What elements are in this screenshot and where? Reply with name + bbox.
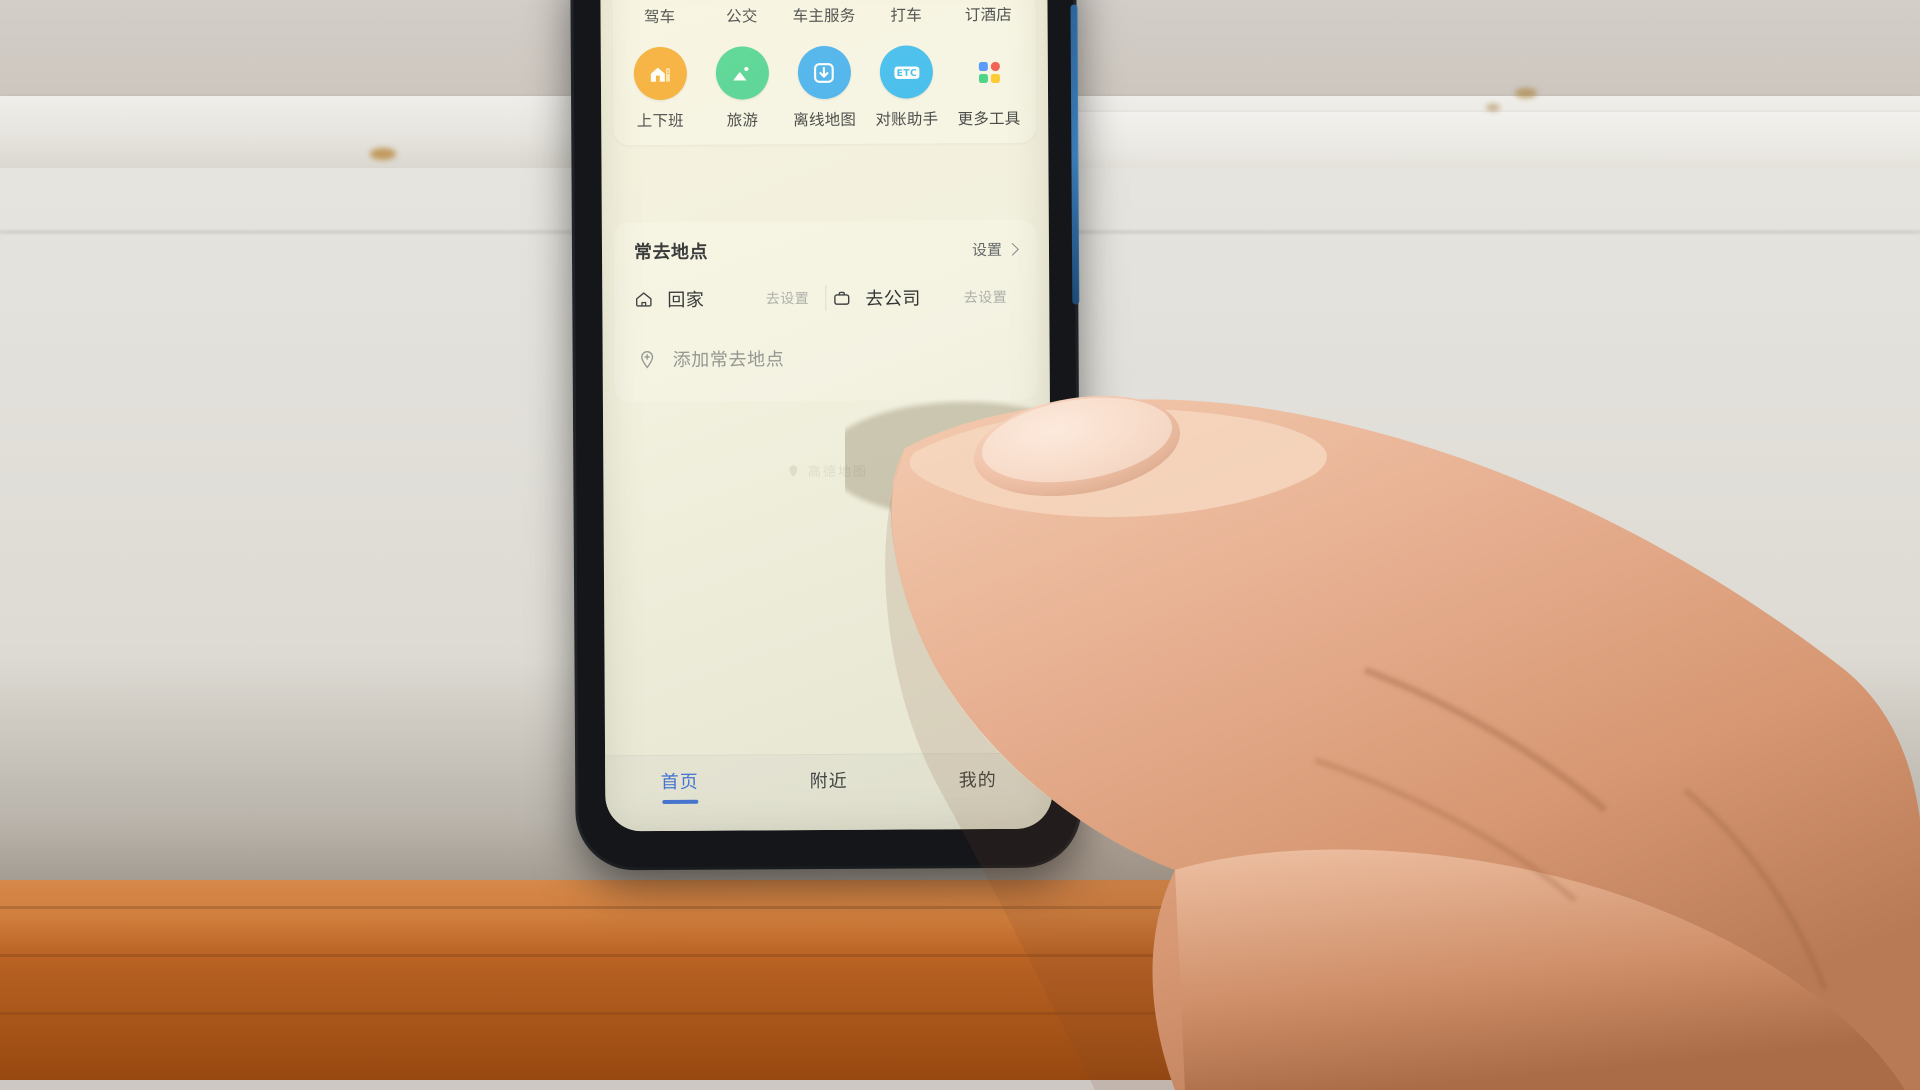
favorites-title: 常去地点 bbox=[633, 241, 709, 264]
wall-object bbox=[1240, 610, 1310, 644]
add-favorite-label: 添加常去地点 bbox=[672, 349, 785, 371]
tool-label: 驾车 bbox=[643, 7, 676, 27]
amap-watermark-label: 高德地图 bbox=[807, 464, 868, 481]
tool-label: 打车 bbox=[890, 6, 922, 25]
favorite-company[interactable]: 去公司 去设置 bbox=[830, 284, 1019, 311]
more-tools-icon bbox=[962, 45, 1015, 98]
tool-label: 对账助手 bbox=[875, 110, 939, 129]
phone-screen: 驾车 公交 车主服务 打车 订酒店 上下班 旅游 离线地图 ETC 对账助手 更… bbox=[600, 0, 1053, 832]
wall-speck-3 bbox=[1486, 104, 1500, 111]
tool-item-hotel[interactable]: 订酒店 bbox=[947, 0, 1030, 25]
tool-label: 离线地图 bbox=[793, 110, 857, 130]
favorites-settings-button[interactable]: 设置 bbox=[971, 238, 1019, 259]
travel-icon bbox=[715, 46, 769, 100]
tool-item-driver-service[interactable]: 车主服务 bbox=[782, 0, 865, 26]
phone-device: 驾车 公交 车主服务 打车 订酒店 上下班 旅游 离线地图 ETC 对账助手 更… bbox=[573, 0, 1079, 868]
tool-item-offline-map[interactable]: 离线地图 bbox=[783, 45, 866, 131]
favorite-home-action[interactable]: 去设置 bbox=[766, 288, 822, 308]
briefcase-icon bbox=[834, 291, 850, 305]
etc-icon: ETC bbox=[879, 45, 934, 99]
floor-gloss bbox=[0, 880, 1920, 950]
commute-icon bbox=[633, 46, 687, 101]
tab-active-indicator bbox=[661, 799, 698, 805]
tab-home-label: 首页 bbox=[660, 771, 699, 794]
amap-watermark: 高德地图 bbox=[603, 460, 1050, 482]
tool-label: 公交 bbox=[726, 7, 758, 26]
favorite-company-action[interactable]: 去设置 bbox=[964, 287, 1020, 307]
tool-item-bus[interactable]: 公交 bbox=[700, 0, 783, 27]
favorite-home[interactable]: 回家 去设置 bbox=[632, 285, 821, 312]
favorites-row: 回家 去设置 去公司 去设置 bbox=[614, 262, 1037, 321]
tool-item-commute[interactable]: 上下班 bbox=[619, 46, 702, 132]
tool-item-drive[interactable]: 驾车 bbox=[618, 0, 701, 27]
favorite-home-label: 回家 bbox=[667, 289, 705, 311]
favorites-settings-label: 设置 bbox=[971, 240, 1003, 259]
bottom-nav: 首页 附近 我的 bbox=[605, 752, 1053, 832]
favorite-company-label: 去公司 bbox=[865, 288, 921, 310]
wall-speck-2 bbox=[1515, 88, 1537, 98]
tool-label: 旅游 bbox=[726, 111, 759, 130]
tab-nearby[interactable]: 附近 bbox=[755, 767, 903, 794]
favorites-divider bbox=[825, 284, 827, 312]
home-icon bbox=[635, 291, 652, 307]
tools-card: 驾车 公交 车主服务 打车 订酒店 上下班 旅游 离线地图 ETC 对账助手 更… bbox=[611, 0, 1037, 146]
svg-text:ETC: ETC bbox=[896, 67, 917, 78]
tool-item-travel[interactable]: 旅游 bbox=[701, 46, 784, 131]
tab-mine-label: 我的 bbox=[958, 769, 997, 792]
tool-item-more-tools[interactable]: 更多工具 bbox=[947, 45, 1030, 130]
tool-item-taxi[interactable]: 打车 bbox=[865, 0, 948, 26]
tool-label: 车主服务 bbox=[792, 6, 856, 26]
tool-item-etc[interactable]: ETC 对账助手 bbox=[865, 45, 948, 130]
download-map-icon bbox=[797, 45, 852, 100]
favorites-card: 常去地点 设置 回家 去设置 去公司 去设置 添加常去地点 bbox=[613, 219, 1038, 403]
amap-logo-icon bbox=[789, 464, 798, 477]
tools-grid: 驾车 公交 车主服务 打车 订酒店 上下班 旅游 离线地图 ETC 对账助手 更… bbox=[612, 0, 1036, 131]
tool-label: 上下班 bbox=[636, 111, 684, 131]
chevron-right-icon bbox=[1006, 242, 1019, 256]
add-favorite-button[interactable]: 添加常去地点 bbox=[614, 318, 1037, 395]
pin-plus-icon bbox=[641, 350, 654, 369]
tool-label: 更多工具 bbox=[957, 109, 1021, 129]
favorites-header: 常去地点 设置 bbox=[614, 236, 1037, 265]
tab-home[interactable]: 首页 bbox=[606, 767, 754, 805]
wall-speck-1 bbox=[370, 148, 396, 160]
tab-mine[interactable]: 我的 bbox=[904, 766, 1052, 793]
tab-nearby-label: 附近 bbox=[809, 770, 848, 793]
tool-label: 订酒店 bbox=[964, 5, 1012, 25]
